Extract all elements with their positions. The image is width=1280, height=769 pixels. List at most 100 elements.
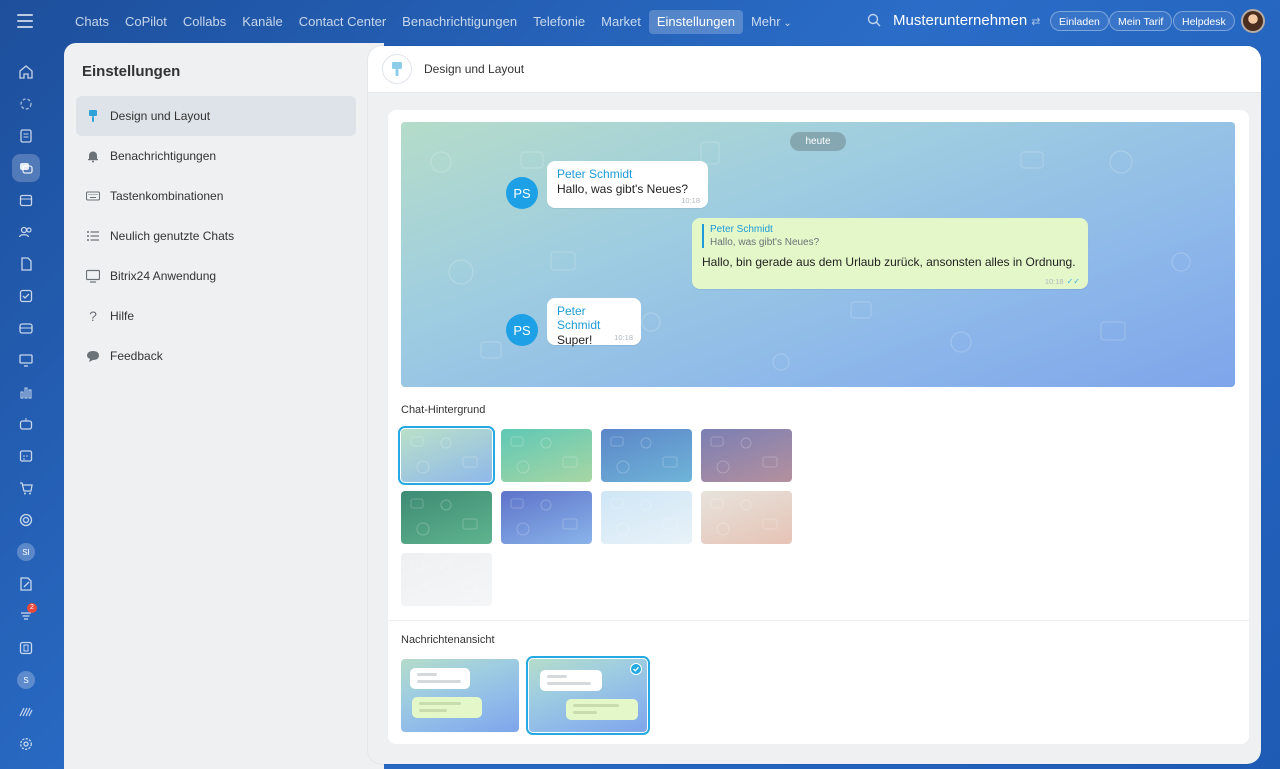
target-icon[interactable] xyxy=(12,506,40,534)
menu-design-layout[interactable]: Design und Layout xyxy=(76,96,356,136)
nav-more[interactable]: Mehr xyxy=(743,10,800,34)
top-bar: Chats CoPilot Collabs Kanäle Contact Cen… xyxy=(0,0,1280,42)
nav-market[interactable]: Market xyxy=(593,10,649,34)
menu-icon[interactable] xyxy=(17,14,33,28)
preview-bubble xyxy=(412,697,482,718)
menu-shortcuts[interactable]: Tastenkombinationen xyxy=(76,176,356,216)
chat-preview: heute PS Peter Schmidt Hallo, was gibt's… xyxy=(401,122,1235,387)
message-author: Peter Schmidt xyxy=(557,304,601,332)
sites-icon[interactable] xyxy=(12,346,40,374)
incoming-message: Peter Schmidt Super! 10:18 xyxy=(547,298,641,347)
outgoing-message: Peter Schmidt Hallo, was gibt's Neues? H… xyxy=(692,218,1088,289)
search-icon[interactable] xyxy=(867,13,881,27)
background-option-7[interactable] xyxy=(601,491,692,544)
analytics-icon[interactable] xyxy=(12,378,40,406)
home-icon[interactable] xyxy=(12,58,40,86)
notification-badge: 2 xyxy=(27,603,37,613)
nav-telephony[interactable]: Telefonie xyxy=(525,10,593,34)
bell-icon xyxy=(86,149,100,163)
marketing-icon[interactable] xyxy=(12,698,40,726)
preview-bubble xyxy=(540,670,602,691)
menu-label: Feedback xyxy=(110,349,163,363)
nav-copilot[interactable]: CoPilot xyxy=(117,10,175,34)
nav-collabs[interactable]: Collabs xyxy=(175,10,234,34)
nav-settings[interactable]: Einstellungen xyxy=(648,10,743,34)
message-time-wrap: 10:18 ✓✓ xyxy=(1045,277,1080,286)
avatar-s[interactable]: S xyxy=(12,666,40,694)
preview-line xyxy=(417,673,437,676)
left-rail: SI 2 S xyxy=(0,42,52,769)
my-tariff-button[interactable]: Mein Tarif xyxy=(1109,11,1173,31)
menu-feedback[interactable]: Feedback xyxy=(76,336,356,376)
message-view-option-2[interactable] xyxy=(526,656,650,735)
background-option-5[interactable] xyxy=(401,491,492,544)
background-option-3[interactable] xyxy=(601,429,692,482)
preview-line xyxy=(573,711,597,714)
nav-chats[interactable]: Chats xyxy=(67,10,117,34)
storage-icon[interactable] xyxy=(12,634,40,662)
menu-recent-chats[interactable]: Neulich genutzte Chats xyxy=(76,216,356,256)
nav-notifications[interactable]: Benachrichtigungen xyxy=(394,10,525,34)
preview-bubble xyxy=(410,668,470,689)
settings-menu: Design und Layout Benachrichtigungen Tas… xyxy=(76,96,356,376)
contacts-icon[interactable] xyxy=(12,218,40,246)
helpdesk-button[interactable]: Helpdesk xyxy=(1173,11,1235,31)
message-time: 10:18 xyxy=(614,333,633,342)
avatar-si[interactable]: SI xyxy=(12,538,40,566)
message-text: Hallo, was gibt's Neues? xyxy=(557,182,689,196)
avatar: PS xyxy=(506,314,538,346)
design-layout-panel: Design und Layout heute PS Peter Schmidt… xyxy=(368,46,1261,764)
menu-notifications[interactable]: Benachrichtigungen xyxy=(76,136,356,176)
calendar-icon[interactable] xyxy=(12,186,40,214)
menu-label: Hilfe xyxy=(110,309,135,323)
chat-icon[interactable] xyxy=(12,154,40,182)
menu-label: Bitrix24 Anwendung xyxy=(110,269,217,283)
signature-icon[interactable] xyxy=(12,570,40,598)
copilot-icon[interactable] xyxy=(12,90,40,118)
robot-icon[interactable] xyxy=(12,410,40,438)
shop-icon[interactable] xyxy=(12,474,40,502)
quote-author: Peter Schmidt xyxy=(710,224,773,235)
panel-title: Design und Layout xyxy=(424,62,525,76)
date-separator: heute xyxy=(790,132,846,151)
preview-line xyxy=(573,704,619,707)
notifications-icon[interactable]: 2 xyxy=(12,602,40,630)
feed-icon[interactable] xyxy=(12,122,40,150)
message-time: 10:18 xyxy=(681,196,700,205)
preview-line xyxy=(419,709,447,712)
swap-icon: ⇄ xyxy=(1031,16,1041,28)
documents-icon[interactable] xyxy=(12,250,40,278)
brush-icon xyxy=(382,54,412,84)
crm-icon[interactable] xyxy=(12,314,40,342)
keyboard-icon xyxy=(86,189,100,203)
message-view-option-1[interactable] xyxy=(401,659,519,732)
invite-button[interactable]: Einladen xyxy=(1050,11,1109,31)
menu-help[interactable]: ? Hilfe xyxy=(76,296,356,336)
settings-icon[interactable] xyxy=(12,730,40,758)
background-option-6[interactable] xyxy=(501,491,592,544)
avatar-s-label: S xyxy=(17,671,35,689)
menu-label: Design und Layout xyxy=(110,109,211,123)
brush-icon xyxy=(86,109,100,123)
background-option-4[interactable] xyxy=(701,429,792,482)
nav-contact-center[interactable]: Contact Center xyxy=(291,10,394,34)
list-icon xyxy=(86,229,100,243)
background-section-label: Chat-Hintergrund xyxy=(401,404,486,416)
read-check-icon: ✓✓ xyxy=(1066,277,1080,286)
panel-content: heute PS Peter Schmidt Hallo, was gibt's… xyxy=(388,110,1249,744)
nav-channels[interactable]: Kanäle xyxy=(234,10,290,34)
menu-label: Benachrichtigungen xyxy=(110,149,217,163)
tasks-icon[interactable] xyxy=(12,282,40,310)
user-avatar[interactable] xyxy=(1241,9,1265,33)
company-name[interactable]: Musterunternehmen ⇄ xyxy=(893,12,1040,29)
panel-header: Design und Layout xyxy=(368,46,1261,93)
background-option-9[interactable] xyxy=(401,553,492,606)
background-option-1[interactable] xyxy=(398,426,495,485)
background-option-8[interactable] xyxy=(701,491,792,544)
background-option-2[interactable] xyxy=(501,429,592,482)
avatar-si-label: SI xyxy=(17,543,35,561)
booking-icon[interactable] xyxy=(12,442,40,470)
menu-label: Tastenkombinationen xyxy=(110,189,224,203)
company-label: Musterunternehmen xyxy=(893,12,1028,29)
menu-app[interactable]: Bitrix24 Anwendung xyxy=(76,256,356,296)
